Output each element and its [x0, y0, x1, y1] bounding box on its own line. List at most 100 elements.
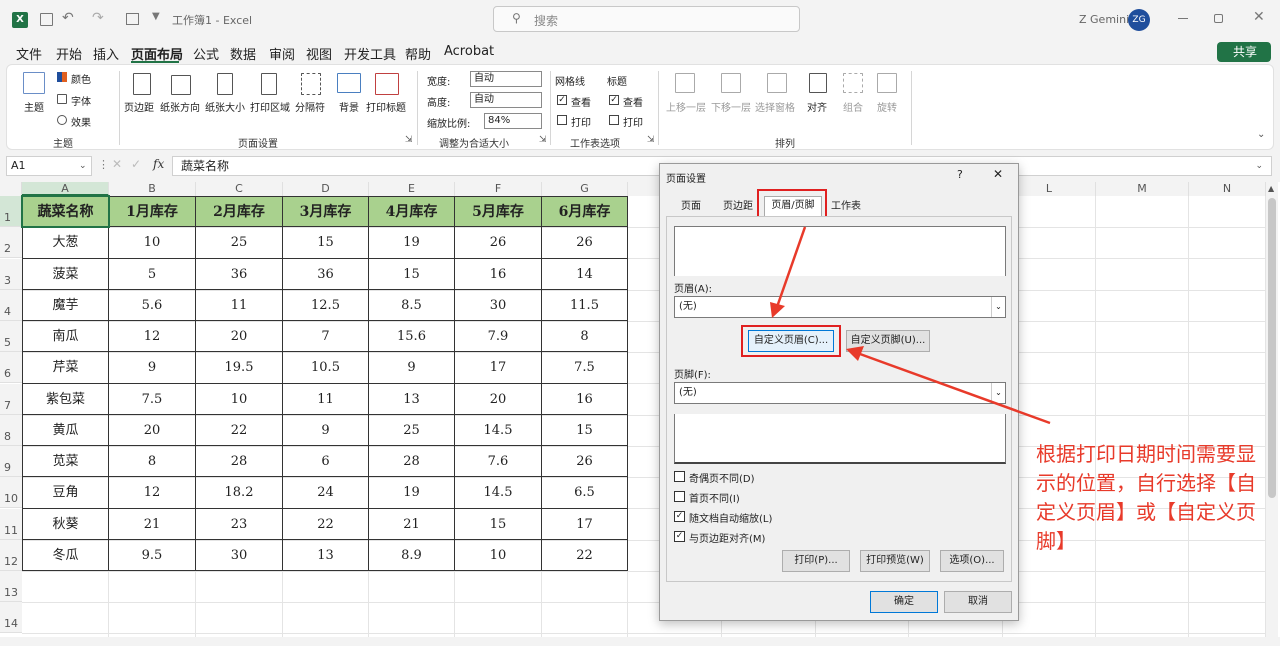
scrollbar-up-icon[interactable]: ▲: [1268, 184, 1274, 193]
table-cell[interactable]: 8: [109, 446, 196, 478]
ok-button[interactable]: 确定: [870, 591, 938, 613]
menu-data[interactable]: 数据: [230, 44, 256, 63]
close-window-icon[interactable]: ✕: [1253, 9, 1265, 25]
column-header[interactable]: N: [1189, 182, 1266, 196]
table-cell[interactable]: 17: [455, 352, 542, 384]
column-header[interactable]: B: [109, 182, 196, 196]
table-cell[interactable]: 11: [283, 383, 369, 415]
table-cell[interactable]: 16: [542, 383, 628, 415]
page-setup-launcher-icon[interactable]: ⇲: [405, 135, 413, 145]
table-cell[interactable]: 12: [109, 321, 196, 353]
tab-page[interactable]: 页面: [672, 198, 710, 216]
column-header[interactable]: M: [1096, 182, 1189, 196]
table-cell[interactable]: 魔芋: [22, 289, 109, 321]
first-page-checkbox[interactable]: [674, 491, 685, 502]
table-cell[interactable]: 9: [369, 352, 455, 384]
table-cell[interactable]: 22: [283, 508, 369, 540]
table-cell[interactable]: 南瓜: [22, 321, 109, 353]
table-cell[interactable]: 12.5: [283, 289, 369, 321]
table-cell[interactable]: 7.9: [455, 321, 542, 353]
table-cell[interactable]: 15: [455, 508, 542, 540]
table-cell[interactable]: 20: [455, 383, 542, 415]
select-all-corner[interactable]: [0, 182, 22, 196]
menu-formulas[interactable]: 公式: [193, 44, 219, 63]
print-button[interactable]: 打印(P)...: [782, 550, 850, 572]
table-cell[interactable]: 14.5: [455, 477, 542, 509]
column-header[interactable]: E: [369, 182, 455, 196]
table-cell[interactable]: 14.5: [455, 414, 542, 446]
table-cell[interactable]: 13: [369, 383, 455, 415]
column-header[interactable]: G: [542, 182, 628, 196]
table-cell[interactable]: 15: [542, 414, 628, 446]
row-header[interactable]: 1: [0, 196, 22, 227]
table-header-cell[interactable]: 4月库存: [369, 196, 455, 228]
name-box[interactable]: A1 ⌄: [6, 156, 92, 176]
table-cell[interactable]: 菠菜: [22, 258, 109, 290]
selection-pane-button[interactable]: 选择窗格: [755, 99, 795, 114]
column-header[interactable]: C: [196, 182, 283, 196]
row-header[interactable]: 13: [0, 571, 22, 602]
table-cell[interactable]: 7.5: [542, 352, 628, 384]
custom-footer-button[interactable]: 自定义页脚(U)...: [846, 330, 930, 352]
table-cell[interactable]: 28: [369, 446, 455, 478]
quick-access-icon[interactable]: [126, 13, 139, 25]
margins-button[interactable]: 页边距: [124, 99, 154, 114]
footer-select[interactable]: (无) ⌄: [674, 382, 1006, 404]
table-cell[interactable]: 16: [455, 258, 542, 290]
row-header[interactable]: 14: [0, 602, 22, 634]
column-header[interactable]: A: [22, 182, 109, 196]
menu-acrobat[interactable]: Acrobat: [444, 44, 494, 59]
table-cell[interactable]: 7: [283, 321, 369, 353]
table-cell[interactable]: 紫包菜: [22, 383, 109, 415]
effects-button[interactable]: 效果: [71, 114, 91, 129]
table-header-cell[interactable]: 3月库存: [283, 196, 369, 228]
table-cell[interactable]: 19: [369, 477, 455, 509]
width-combo[interactable]: 自动: [470, 71, 542, 87]
table-cell[interactable]: 26: [542, 446, 628, 478]
column-header[interactable]: D: [283, 182, 369, 196]
print-preview-button[interactable]: 打印预览(W): [860, 550, 930, 572]
table-cell[interactable]: 芹菜: [22, 352, 109, 384]
table-cell[interactable]: 22: [196, 414, 283, 446]
table-cell[interactable]: 26: [542, 227, 628, 259]
table-cell[interactable]: 15: [283, 227, 369, 259]
height-combo[interactable]: 自动: [470, 92, 542, 108]
scale-with-doc-checkbox[interactable]: ✓: [674, 511, 685, 522]
table-cell[interactable]: 11: [196, 289, 283, 321]
table-cell[interactable]: 豆角: [22, 477, 109, 509]
cancel-icon[interactable]: ✕: [112, 157, 122, 171]
menu-developer[interactable]: 开发工具: [344, 44, 396, 63]
close-icon[interactable]: ✕: [993, 167, 1003, 181]
worksheet-grid[interactable]: ABCDEFGLMN 1 2 3 4 5 6 7 8 9 10 11 12 13 14 蔬菜名称 1月库存 2…: [0, 182, 1280, 637]
minimize-icon[interactable]: [1178, 18, 1188, 19]
menu-insert[interactable]: 插入: [93, 44, 119, 63]
table-cell[interactable]: 21: [109, 508, 196, 540]
scale-launcher-icon[interactable]: ⇲: [539, 135, 547, 145]
align-button[interactable]: 对齐: [807, 99, 827, 114]
table-cell[interactable]: 26: [455, 227, 542, 259]
gridlines-view-checkbox[interactable]: ✓: [557, 95, 567, 105]
row-header[interactable]: 5: [0, 321, 22, 352]
print-area-button[interactable]: 打印区域: [250, 99, 290, 114]
table-cell[interactable]: 20: [109, 414, 196, 446]
menu-home[interactable]: 开始: [56, 44, 82, 63]
gridlines-print-checkbox[interactable]: [557, 115, 567, 125]
headings-view-checkbox[interactable]: ✓: [609, 95, 619, 105]
table-cell[interactable]: 24: [283, 477, 369, 509]
row-header[interactable]: 9: [0, 446, 22, 477]
share-button[interactable]: 共享: [1217, 42, 1271, 62]
table-cell[interactable]: 9: [109, 352, 196, 384]
table-cell[interactable]: 8: [542, 321, 628, 353]
row-header[interactable]: 2: [0, 227, 22, 259]
enter-icon[interactable]: ✓: [131, 157, 141, 171]
table-cell[interactable]: 21: [369, 508, 455, 540]
table-cell[interactable]: 10: [455, 539, 542, 571]
undo-icon[interactable]: ↶: [62, 10, 74, 26]
table-cell[interactable]: 15: [369, 258, 455, 290]
table-cell[interactable]: 15.6: [369, 321, 455, 353]
menu-file[interactable]: 文件: [16, 44, 42, 63]
fonts-button[interactable]: 字体: [71, 93, 91, 108]
customize-qat-icon[interactable]: ▼: [152, 11, 160, 22]
table-cell[interactable]: 13: [283, 539, 369, 571]
table-cell[interactable]: 36: [283, 258, 369, 290]
